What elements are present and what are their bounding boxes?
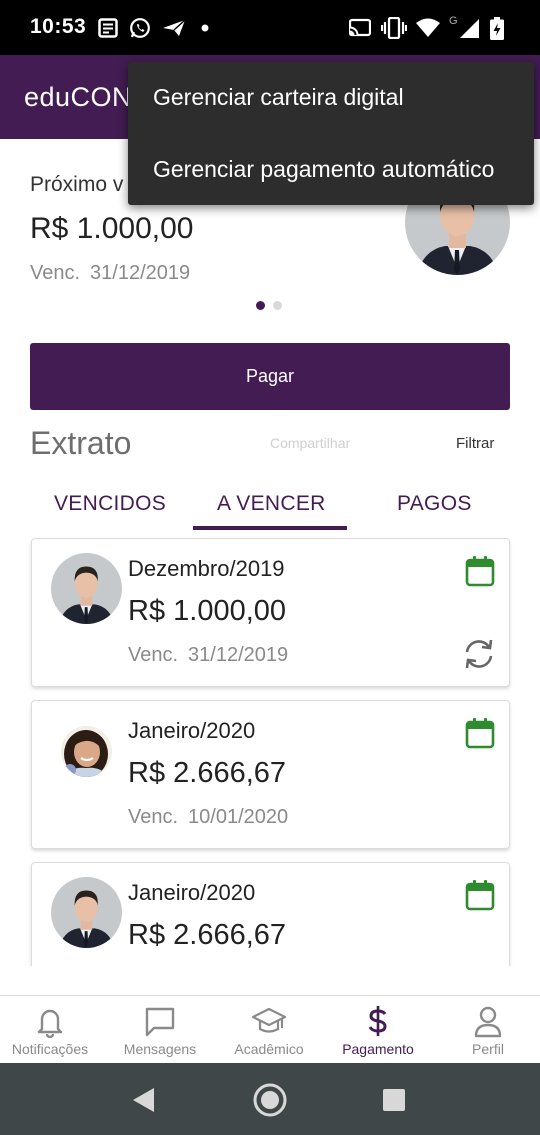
menu-item-manage-autopay[interactable]: Gerenciar pagamento automático (153, 156, 494, 183)
whatsapp-icon (128, 16, 152, 40)
graduation-cap-icon (251, 1007, 287, 1033)
next-payment-due: Venc. 31/12/2019 (30, 262, 190, 285)
overflow-menu: Gerenciar carteira digital Gerenciar pag… (128, 62, 534, 205)
bell-icon (37, 1009, 63, 1038)
chat-icon (145, 1007, 175, 1037)
due-date: 10/01/2020 (188, 806, 289, 828)
nav-label: Perfil (472, 1041, 504, 1057)
due-label: Venc. (30, 262, 81, 284)
card-amount: R$ 1.000,00 (128, 595, 287, 627)
tab-vencidos[interactable]: VENCIDOS (54, 492, 166, 516)
recents-icon[interactable] (383, 1089, 405, 1111)
next-payment-label: Próximo v (30, 173, 124, 196)
vibrate-icon (381, 16, 407, 40)
news-icon (97, 16, 119, 40)
list-item[interactable]: Janeiro/2020 R$ 2.666,67 (31, 862, 510, 966)
wifi-icon (415, 16, 441, 40)
card-amount: R$ 2.666,67 (128, 919, 287, 951)
bottom-navigation: Notificações Mensagens Acadêmico Pagamen… (0, 995, 540, 1063)
dollar-icon (368, 1006, 387, 1036)
person-icon (474, 1006, 502, 1038)
due-date: 31/12/2019 (90, 262, 191, 284)
due-label: Venc. (128, 644, 179, 666)
status-time: 10:53 (30, 15, 87, 38)
nav-label: Pagamento (342, 1041, 414, 1057)
nav-label: Notificações (11, 1041, 89, 1057)
home-icon[interactable] (252, 1082, 288, 1118)
card-due: Venc. 10/01/2020 (128, 806, 288, 829)
menu-item-manage-digital-wallet[interactable]: Gerenciar carteira digital (153, 84, 404, 111)
calendar-icon[interactable] (465, 879, 495, 911)
tab-pagos[interactable]: PAGOS (397, 492, 472, 516)
sync-icon[interactable] (462, 637, 496, 671)
due-label: Venc. (128, 806, 179, 828)
send-icon (161, 16, 187, 40)
filter-button[interactable]: Filtrar (456, 435, 494, 452)
card-due: Venc. 31/12/2019 (128, 644, 288, 667)
card-month: Dezembro/2019 (128, 556, 285, 581)
carousel-indicator (256, 301, 282, 310)
statement-title: Extrato (30, 425, 132, 461)
app-title: eduCON (24, 82, 133, 112)
due-date: 31/12/2019 (188, 644, 289, 666)
card-month: Janeiro/2020 (128, 880, 256, 905)
back-icon[interactable] (132, 1087, 156, 1113)
battery-charging-icon (489, 16, 505, 40)
carousel-dot[interactable] (273, 301, 282, 310)
avatar (51, 553, 122, 624)
calendar-icon[interactable] (465, 555, 495, 587)
cast-icon (348, 16, 372, 40)
status-bar: 10:53 G (0, 0, 540, 55)
avatar (61, 726, 112, 777)
system-navigation-bar (0, 1063, 540, 1135)
card-month: Janeiro/2020 (128, 718, 256, 743)
next-payment-amount: R$ 1.000,00 (30, 212, 194, 245)
nav-item-pagamento[interactable]: Pagamento (324, 996, 432, 1064)
nav-item-perfil[interactable]: Perfil (434, 996, 540, 1064)
payment-screen: 10:53 G eduCON Gerenciar carteira digita… (0, 0, 540, 1135)
network-type-label: G (449, 15, 458, 27)
list-item[interactable]: Dezembro/2019 R$ 1.000,00 Venc. 31/12/201… (31, 538, 510, 687)
nav-item-notificacoes[interactable]: Notificações (0, 996, 104, 1064)
avatar (51, 877, 122, 948)
pay-button[interactable]: Pagar (30, 343, 510, 410)
nav-label: Acadêmico (234, 1041, 304, 1057)
list-item[interactable]: Janeiro/2020 R$ 2.666,67 Venc. 10/01/2020 (31, 700, 510, 849)
nav-label: Mensagens (123, 1041, 197, 1057)
statement-list[interactable]: Dezembro/2019 R$ 1.000,00 Venc. 31/12/201… (0, 530, 540, 966)
share-button[interactable]: Compartilhar (270, 435, 350, 451)
nav-item-academico[interactable]: Acadêmico (215, 996, 323, 1064)
tab-a-vencer[interactable]: A VENCER (217, 492, 326, 516)
carousel-dot-active[interactable] (256, 301, 265, 310)
signal-icon (458, 16, 480, 40)
nav-item-mensagens[interactable]: Mensagens (106, 996, 214, 1064)
dot-icon (200, 16, 210, 40)
calendar-icon[interactable] (465, 717, 495, 749)
card-amount: R$ 2.666,67 (128, 757, 287, 789)
